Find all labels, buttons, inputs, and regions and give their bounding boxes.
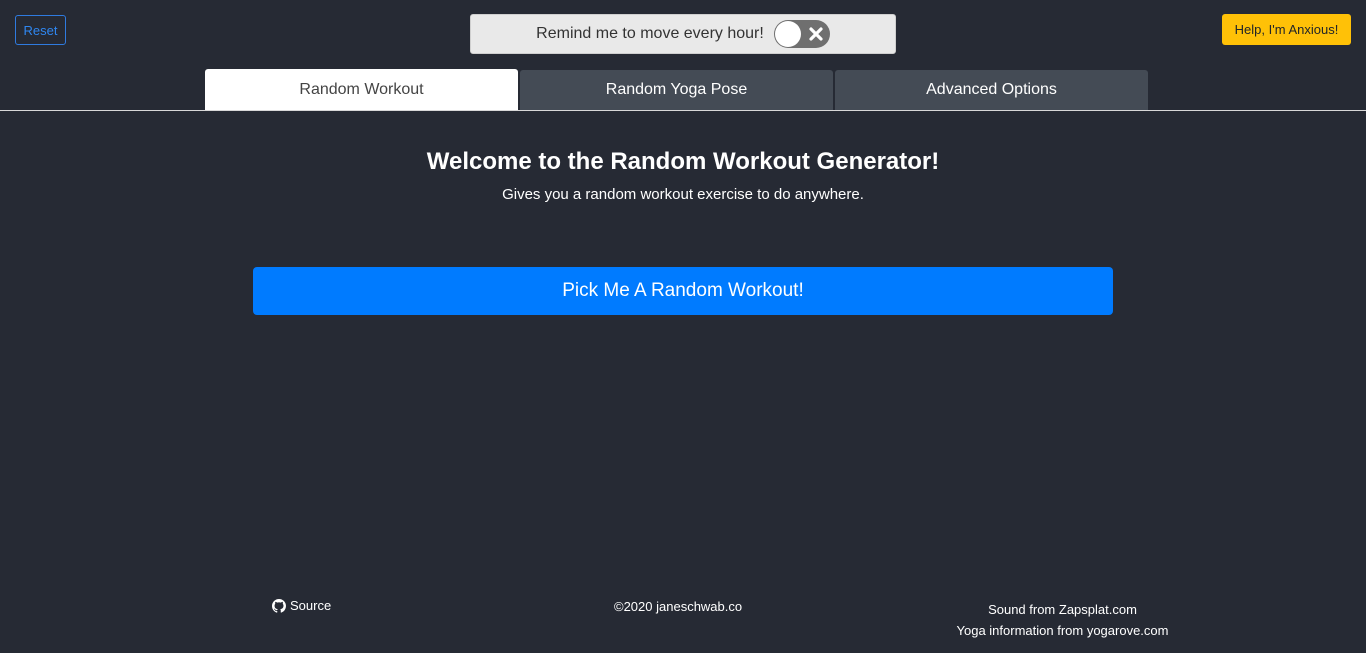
source-label: Source [290,598,332,613]
github-icon [272,598,286,613]
yogarove-link[interactable]: Yoga information from yogarove.com [957,623,1169,638]
source-link[interactable]: Source [272,598,331,613]
footer-credits: Sound from Zapsplat.com Yoga information… [940,599,1185,641]
tab-advanced-options[interactable]: Advanced Options [835,70,1148,110]
help-anxious-button[interactable]: Help, I'm Anxious! [1222,14,1351,45]
zapsplat-link[interactable]: Sound from Zapsplat.com [988,602,1137,617]
reminder-label: Remind me to move every hour! [536,25,764,42]
tab-random-yoga-pose[interactable]: Random Yoga Pose [520,70,833,110]
page-subtitle: Gives you a random workout exercise to d… [502,186,864,203]
close-icon [809,27,823,41]
copyright: ©2020 janeschwab.co [614,599,743,614]
reminder-panel: Remind me to move every hour! [470,14,896,54]
tab-bar: Random Workout Random Yoga Pose Advanced… [205,69,1151,111]
page: Reset Remind me to move every hour! Help… [0,0,1366,653]
reminder-toggle[interactable] [773,20,830,48]
pick-random-workout-button[interactable]: Pick Me A Random Workout! [253,267,1113,315]
tab-divider [0,110,1366,111]
toggle-knob [774,21,801,47]
tab-random-workout[interactable]: Random Workout [205,69,518,111]
reset-button[interactable]: Reset [15,15,66,45]
page-title: Welcome to the Random Workout Generator! [426,148,940,175]
